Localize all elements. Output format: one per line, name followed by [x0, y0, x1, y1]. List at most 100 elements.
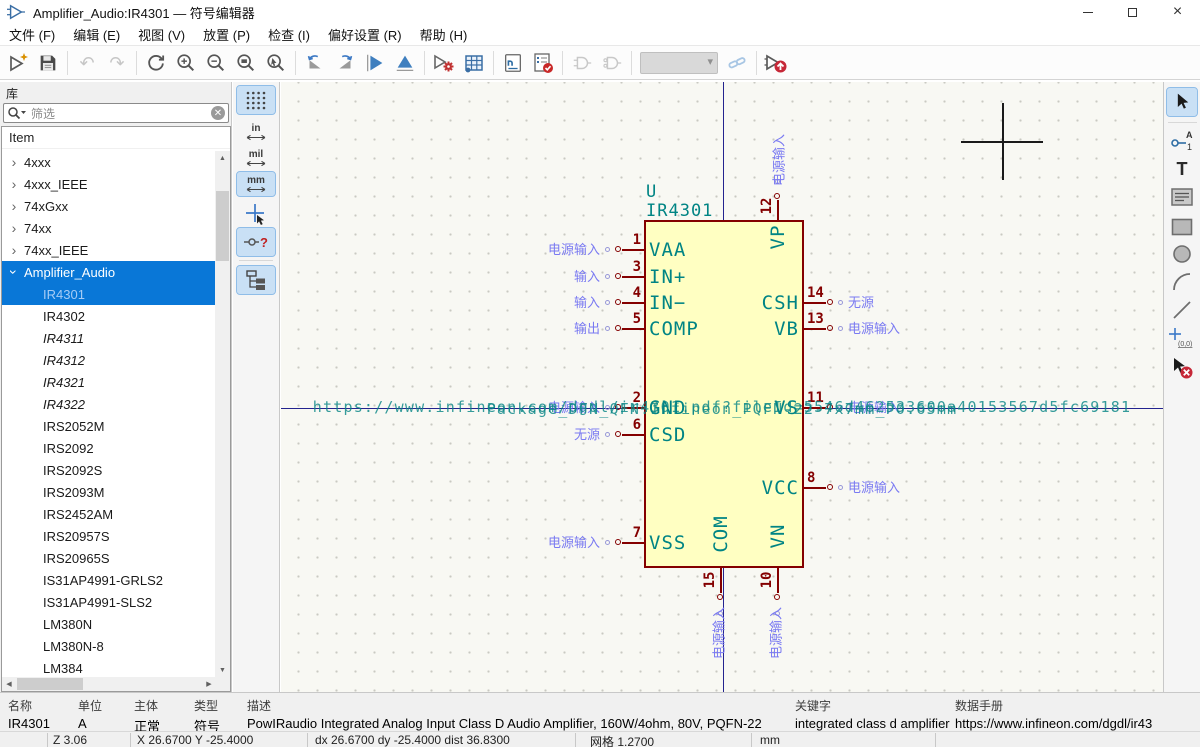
symbol-value[interactable]: IR4301 [646, 201, 713, 221]
zoom-to-fit-button[interactable] [231, 49, 261, 77]
minimize-button[interactable] [1065, 0, 1110, 24]
info-type: 类型 符号 [194, 697, 220, 731]
textbox-tool-button[interactable] [1167, 183, 1197, 211]
rectangle-tool-button[interactable] [1167, 213, 1197, 241]
zoom-to-selection-button[interactable] [261, 49, 291, 77]
grid-visibility-button[interactable] [236, 85, 276, 115]
select-tool-button[interactable] [1166, 87, 1198, 117]
tree-item-74xx[interactable]: › 74xx [2, 217, 216, 239]
vertical-scroll-thumb[interactable] [216, 191, 229, 261]
grid-size: 网格 1.2700 [590, 735, 655, 747]
menu-help[interactable]: 帮助 (H) [411, 24, 477, 46]
export-symbol-button[interactable] [761, 49, 791, 77]
mirror-horizontal-button[interactable] [360, 49, 390, 77]
pin-tool-button[interactable]: A1 [1167, 127, 1197, 155]
text-tool-button[interactable]: T [1167, 155, 1197, 183]
erc-check-button[interactable] [528, 49, 558, 77]
tree-item-IR4301[interactable]: IR4301 [2, 283, 216, 305]
tree-item-LM380N[interactable]: LM380N [2, 613, 216, 635]
close-button[interactable]: × [1155, 0, 1200, 24]
rotate-ccw-button[interactable] [300, 49, 330, 77]
scroll-right-icon[interactable]: ▶ [202, 677, 216, 691]
library-tree-items: › 4xxx › 4xxx_IEEE › 74xGxx › 74xx › 74xx_IEEE › Am… [2, 151, 216, 679]
library-filter-input[interactable]: 筛选 ✕ [3, 103, 229, 123]
pin-end-circle [615, 325, 621, 331]
menu-file[interactable]: 文件 (F) [0, 24, 64, 46]
tree-item-IS31AP4991-GRLS2[interactable]: IS31AP4991-GRLS2 [2, 569, 216, 591]
tree-item-IRS2093M[interactable]: IRS2093M [2, 481, 216, 503]
units-inches-button[interactable]: in [237, 120, 275, 144]
expander-icon[interactable]: › [7, 242, 21, 258]
tree-item-IR4311[interactable]: IR4311 [2, 327, 216, 349]
delete-tool-button[interactable] [1167, 354, 1197, 382]
horizontal-scroll-thumb[interactable] [17, 678, 83, 690]
pin-type-label: 电源输入 [711, 606, 727, 660]
pin-type-dot [605, 300, 610, 305]
menu-view[interactable]: 视图 (V) [129, 24, 194, 46]
symbol-properties-button[interactable] [429, 49, 459, 77]
expander-icon[interactable]: › [7, 176, 21, 192]
menu-inspect[interactable]: 检查 (I) [259, 24, 319, 46]
cursor-shape-button[interactable] [237, 200, 275, 228]
tree-item-4xxx[interactable]: › 4xxx [2, 151, 216, 173]
clear-filter-icon[interactable]: ✕ [211, 106, 225, 120]
scroll-down-icon[interactable]: ▼ [215, 663, 230, 677]
anchor-tool-button[interactable]: (0,0) [1167, 324, 1197, 352]
tree-item-label: IRS2052M [43, 418, 105, 434]
tree-item-IRS2452AM[interactable]: IRS2452AM [2, 503, 216, 525]
tree-item-74xx_IEEE[interactable]: › 74xx_IEEE [2, 239, 216, 261]
save-button[interactable] [33, 49, 63, 77]
show-datasheet-button[interactable] [498, 49, 528, 77]
info-value: IR4301 [8, 716, 50, 731]
tree-item-IRS2052M[interactable]: IRS2052M [2, 415, 216, 437]
units-mm-button[interactable]: mm [236, 171, 276, 197]
horizontal-scrollbar[interactable]: ◀ ▶ [2, 677, 216, 691]
arc-tool-button[interactable] [1167, 268, 1197, 296]
tree-item-IR4302[interactable]: IR4302 [2, 305, 216, 327]
tree-item-IRS2092[interactable]: IRS2092 [2, 437, 216, 459]
tree-item-IRS2092S[interactable]: IRS2092S [2, 459, 216, 481]
rotate-cw-button[interactable] [330, 49, 360, 77]
pin-type-label: 输入 [573, 269, 600, 284]
tree-item-Amplifier_Audio[interactable]: › Amplifier_Audio [2, 261, 216, 283]
pin-table-button[interactable] [459, 49, 489, 77]
tree-item-LM384[interactable]: LM384 [2, 657, 216, 679]
maximize-button[interactable] [1110, 0, 1155, 24]
menu-place[interactable]: 放置 (P) [194, 24, 259, 46]
tree-item-IRS20957S[interactable]: IRS20957S [2, 525, 216, 547]
tree-item-IS31AP4991-SLS2[interactable]: IS31AP4991-SLS2 [2, 591, 216, 613]
units-mils-button[interactable]: mil [237, 146, 275, 170]
pin-end-circle [615, 431, 621, 437]
menu-preferences[interactable]: 偏好设置 (R) [319, 24, 411, 46]
circle-tool-button[interactable] [1167, 240, 1197, 268]
zoom-out-button[interactable] [201, 49, 231, 77]
refresh-view-button[interactable] [141, 49, 171, 77]
tree-item-4xxx_IEEE[interactable]: › 4xxx_IEEE [2, 173, 216, 195]
show-pin-electrical-types-button[interactable]: ? [236, 227, 276, 257]
tree-item-IR4321[interactable]: IR4321 [2, 371, 216, 393]
scroll-left-icon[interactable]: ◀ [2, 677, 16, 691]
tree-item-label: LM380N [43, 616, 93, 632]
new-symbol-button[interactable] [3, 49, 33, 77]
zoom-in-button[interactable] [171, 49, 201, 77]
expander-icon[interactable]: › [7, 198, 21, 214]
scroll-up-icon[interactable]: ▲ [215, 151, 230, 165]
show-library-tree-button[interactable] [236, 265, 276, 295]
mirror-vertical-button[interactable] [390, 49, 420, 77]
vertical-scrollbar[interactable]: ▲ ▼ [215, 151, 230, 677]
line-tool-button[interactable] [1167, 296, 1197, 324]
tree-item-IR4312[interactable]: IR4312 [2, 349, 216, 371]
expander-icon[interactable]: › [6, 265, 22, 279]
tree-item-IR4322[interactable]: IR4322 [2, 393, 216, 415]
symbol-reference[interactable]: U [646, 182, 657, 202]
editor-canvas[interactable]: U IR4301 电源输入 1 输入 3 输入 4 输出 5 电源输入 2 无源 6 电源输… [281, 82, 1163, 692]
pin-line [622, 249, 644, 251]
expander-icon[interactable]: › [7, 220, 21, 236]
tree-item-IRS20965S[interactable]: IRS20965S [2, 547, 216, 569]
tree-item-74xGxx[interactable]: › 74xGxx [2, 195, 216, 217]
menu-edit[interactable]: 编辑 (E) [64, 24, 129, 46]
pin-line [622, 542, 644, 544]
footprint-field-text[interactable]: Package_DFN_QFN:Infineon_PQFN-22-7x7mm_P… [487, 400, 958, 418]
expander-icon[interactable]: › [7, 154, 21, 170]
tree-item-LM380N-8[interactable]: LM380N-8 [2, 635, 216, 657]
